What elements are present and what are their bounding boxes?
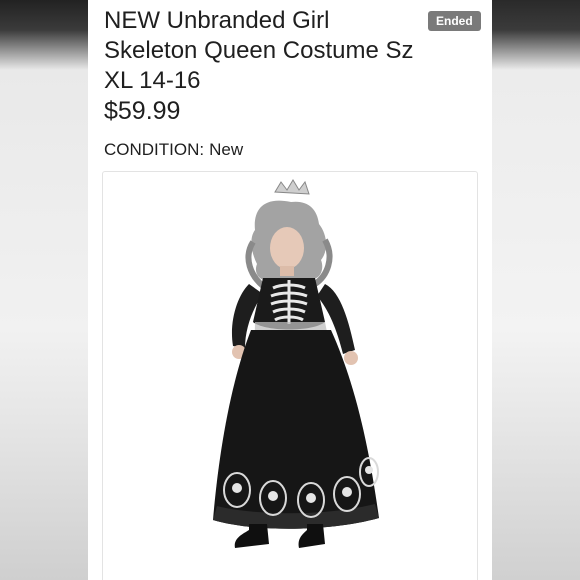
- costume-photo: [213, 179, 379, 548]
- listing-card: NEW Unbranded Girl Skeleton Queen Costum…: [88, 0, 492, 580]
- condition-row: CONDITION: New: [104, 140, 243, 160]
- status-badge: Ended: [428, 11, 481, 31]
- listing-title[interactable]: NEW Unbranded Girl Skeleton Queen Costum…: [104, 6, 414, 96]
- condition-value: New: [209, 140, 244, 159]
- face: [270, 227, 304, 269]
- right-hand: [344, 351, 358, 365]
- neck: [280, 266, 294, 276]
- left-shoe: [234, 524, 269, 548]
- screenshot-background: NEW Unbranded Girl Skeleton Queen Costum…: [0, 0, 580, 580]
- listing-price: $59.99: [104, 97, 181, 125]
- listing-image[interactable]: [102, 171, 478, 580]
- condition-label: CONDITION:: [104, 140, 205, 159]
- blurred-right-edge: [492, 0, 580, 580]
- blurred-left-edge: [0, 0, 88, 580]
- crown: [274, 179, 310, 195]
